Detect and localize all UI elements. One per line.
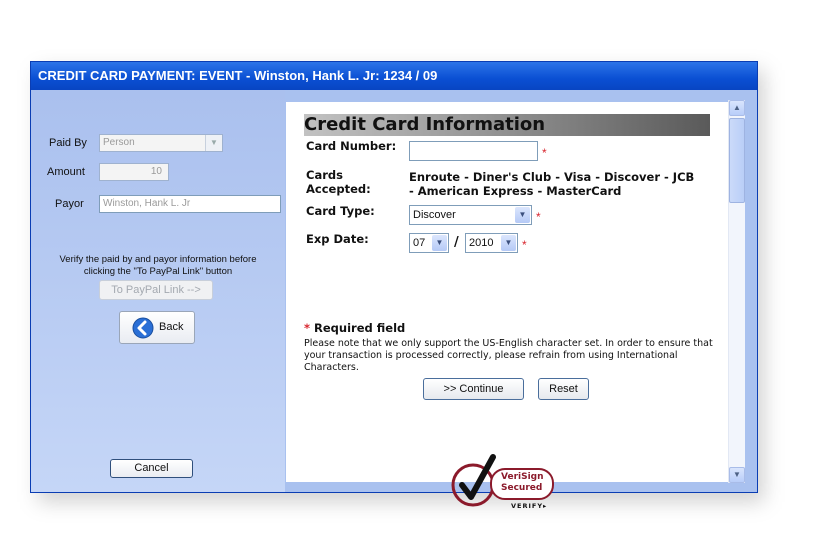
credit-card-form: Credit Card Information Card Number: * C… <box>286 102 742 510</box>
back-button[interactable]: Back <box>119 311 195 344</box>
cards-accepted-label-2: Accepted: <box>306 182 371 196</box>
amount-label: Amount <box>47 166 85 178</box>
verify-note: Verify the paid by and payor information… <box>59 254 257 277</box>
back-label: Back <box>159 321 184 333</box>
card-number-input[interactable] <box>409 141 538 161</box>
vertical-scrollbar[interactable]: ▲ ▼ <box>728 100 745 483</box>
chevron-down-icon: ▼ <box>501 235 516 251</box>
required-marker: * <box>536 210 541 224</box>
form-header: Credit Card Information <box>304 114 710 136</box>
exp-month-select[interactable]: 07 ▼ <box>409 233 449 253</box>
payment-window: CREDIT CARD PAYMENT: EVENT - Winston, Ha… <box>30 61 758 510</box>
to-paypal-link-button[interactable]: To PayPal Link --> <box>99 280 213 300</box>
continue-button[interactable]: >> Continue <box>423 378 524 400</box>
paid-by-select[interactable]: Person ▼ <box>99 134 223 152</box>
chevron-down-icon: ▼ <box>205 135 222 151</box>
exp-separator: / <box>454 235 459 250</box>
cards-accepted-label-1: Cards <box>306 168 343 182</box>
card-type-label: Card Type: <box>306 204 375 218</box>
scroll-thumb[interactable] <box>729 118 745 203</box>
left-panel: Paid By Person ▼ Amount 10 Payor Winston… <box>31 90 285 492</box>
required-field-note: * Required field <box>304 321 405 335</box>
chevron-down-icon: ▼ <box>515 207 530 223</box>
card-number-label: Card Number: <box>306 139 397 153</box>
verisign-verify: VERIFY▸ <box>511 502 548 510</box>
cancel-button[interactable]: Cancel <box>110 459 193 478</box>
exp-month-value: 07 <box>413 237 426 249</box>
payor-field[interactable]: Winston, Hank L. Jr <box>99 195 281 213</box>
exp-year-value: 2010 <box>469 237 494 249</box>
payor-label: Payor <box>55 198 84 210</box>
window-title: CREDIT CARD PAYMENT: EVENT - Winston, Ha… <box>31 62 757 90</box>
exp-date-label: Exp Date: <box>306 232 369 246</box>
exp-year-select[interactable]: 2010 ▼ <box>465 233 518 253</box>
required-field-text: Required field <box>314 321 406 335</box>
scroll-up-icon[interactable]: ▲ <box>729 100 745 116</box>
card-type-value: Discover <box>413 209 456 221</box>
amount-field[interactable]: 10 <box>99 163 169 181</box>
paid-by-value: Person <box>103 137 135 148</box>
required-marker: * <box>304 321 311 335</box>
verisign-label-1: VeriSign <box>501 472 544 482</box>
required-marker: * <box>522 238 527 252</box>
required-marker: * <box>542 146 547 160</box>
scroll-down-icon[interactable]: ▼ <box>729 467 745 483</box>
card-type-select[interactable]: Discover ▼ <box>409 205 532 225</box>
verisign-label-2: Secured <box>501 483 543 493</box>
cards-accepted-line-2: - American Express - MasterCard <box>409 184 622 198</box>
cards-accepted-line-1: Enroute - Diner's Club - Visa - Discover… <box>409 170 695 184</box>
reset-button[interactable]: Reset <box>538 378 589 400</box>
verisign-seal[interactable]: VeriSign Secured VERIFY▸ <box>451 447 561 515</box>
back-arrow-icon <box>132 317 154 339</box>
chevron-down-icon: ▼ <box>432 235 447 251</box>
charset-note: Please note that we only support the US-… <box>304 338 713 373</box>
paid-by-label: Paid By <box>49 137 87 149</box>
